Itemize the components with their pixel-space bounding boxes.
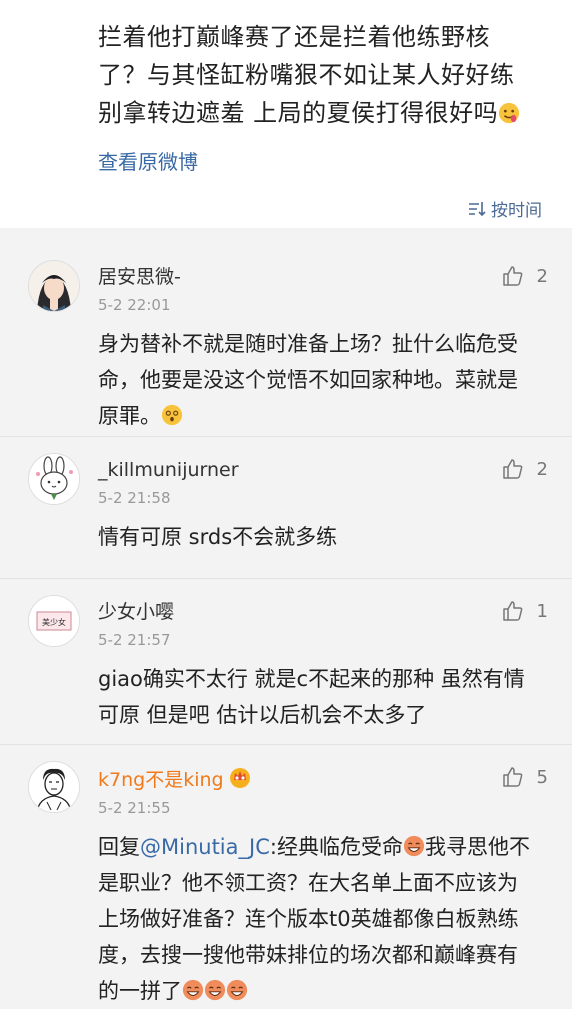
comment-author[interactable]: 少女小嘤 bbox=[98, 579, 542, 625]
avatar[interactable] bbox=[28, 260, 80, 312]
laughing-face-icon bbox=[204, 979, 226, 1001]
comment-author[interactable]: k7ng不是king bbox=[98, 745, 542, 793]
avatar[interactable]: 美少女 bbox=[28, 595, 80, 647]
comment-item: 2 _killmunijurner 5-2 21:58 情有可原 srds不会就… bbox=[0, 436, 572, 578]
sort-icon bbox=[469, 201, 486, 216]
thumbs-up-icon bbox=[502, 767, 522, 787]
comment-text: giao确实不太行 就是c不起来的那种 虽然有情可原 但是吧 估计以后机会不太多… bbox=[98, 667, 525, 727]
comment-text: 身为替补不就是随时准备上场？扯什么临危受命，他要是没这个觉悟不如回家种地。菜就是… bbox=[98, 326, 542, 434]
like-count: 2 bbox=[536, 265, 548, 287]
comment-time: 5-2 21:57 bbox=[98, 631, 171, 649]
text-card-avatar-icon: 美少女 bbox=[29, 596, 79, 646]
post-line-3-text: 别拿转边遮羞 上局的夏侯打得很好吗 bbox=[98, 99, 499, 127]
view-original-link[interactable]: 查看原微博 bbox=[98, 146, 542, 175]
like-count: 5 bbox=[536, 766, 548, 788]
anime-character-avatar-icon bbox=[29, 261, 79, 311]
comment-author[interactable]: _killmunijurner bbox=[98, 437, 542, 483]
like-count: 1 bbox=[536, 600, 548, 622]
comment-item: 美少女 1 少女小嘤 5-2 21:57 giao确实不太行 就是c不起来的那种… bbox=[0, 578, 572, 744]
like-count: 2 bbox=[536, 458, 548, 480]
sort-label: 按时间 bbox=[491, 201, 542, 221]
member-crown-icon bbox=[229, 768, 250, 788]
avatar[interactable] bbox=[28, 761, 80, 813]
laughing-face-icon bbox=[403, 835, 425, 857]
like-button[interactable]: 2 bbox=[501, 264, 548, 288]
comment-text: 情有可原 srds不会就多练 bbox=[98, 525, 338, 549]
dizzy-face-icon bbox=[161, 404, 183, 426]
like-button[interactable]: 5 bbox=[501, 765, 548, 789]
comment-item: 5 k7ng不是king 5-2 21:55 回复@Minutia_JC:经典临… bbox=[0, 744, 572, 1004]
sketch-man-avatar-icon bbox=[29, 762, 79, 812]
post-text: 拦着他打巅峰赛了还是拦着他练野核 了？与其怪缸粉嘴狠不如让某人好好练 别拿转边遮… bbox=[98, 18, 542, 132]
post-line-3: 别拿转边遮羞 上局的夏侯打得很好吗 bbox=[98, 94, 542, 132]
author-name: k7ng不是king bbox=[98, 769, 224, 791]
sort-by-time-toggle[interactable]: 按时间 bbox=[467, 196, 542, 221]
comment-time: 5-2 22:01 bbox=[98, 296, 171, 314]
thumbs-up-icon bbox=[502, 459, 522, 479]
like-button[interactable]: 2 bbox=[501, 457, 548, 481]
reply-prefix: 回复 bbox=[98, 835, 140, 859]
comment-author[interactable]: 居安思微- bbox=[98, 244, 542, 290]
post-line-1: 拦着他打巅峰赛了还是拦着他练野核 bbox=[98, 23, 490, 51]
comment-time: 5-2 21:58 bbox=[98, 489, 171, 507]
avatar[interactable] bbox=[28, 453, 80, 505]
comment-item: 2 居安思微- 5-2 22:01 身为替补不就是随时准备上场？扯什么临危受命，… bbox=[0, 244, 572, 436]
comment-time: 5-2 21:55 bbox=[98, 799, 171, 817]
thumbs-up-icon bbox=[502, 601, 522, 621]
post-line-2: 了？与其怪缸粉嘴狠不如让某人好好练 bbox=[98, 61, 515, 89]
drooling-face-icon bbox=[499, 102, 520, 124]
like-button[interactable]: 1 bbox=[501, 599, 548, 623]
comment-body-a: :经典临危受命 bbox=[269, 835, 403, 859]
bunny-sticker-avatar-icon bbox=[29, 454, 79, 504]
thumbs-up-icon bbox=[502, 266, 522, 286]
comment-body-b: 我寻思他不是职业？他不领工资？在大名单上面不应该为上场做好准备？连个版本t0英雄… bbox=[98, 835, 530, 1003]
comment-text: 回复@Minutia_JC:经典临危受命 我寻思他不是职业？他不领工资？在大名单上… bbox=[98, 829, 542, 1009]
original-post: 拦着他打巅峰赛了还是拦着他练野核 了？与其怪缸粉嘴狠不如让某人好好练 别拿转边遮… bbox=[0, 0, 572, 228]
svg-text:美少女: 美少女 bbox=[42, 617, 66, 627]
laughing-face-icon bbox=[226, 979, 248, 1001]
laughing-face-icon bbox=[182, 979, 204, 1001]
mention-link[interactable]: @Minutia_JC bbox=[140, 835, 270, 859]
